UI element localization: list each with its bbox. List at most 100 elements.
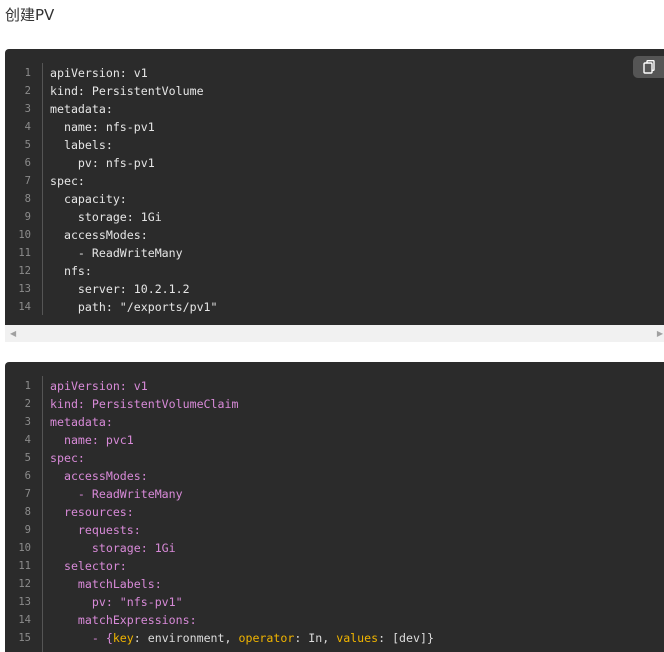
code-line: 1 apiVersion: v1 bbox=[5, 64, 664, 82]
code-text: accessModes: bbox=[50, 469, 148, 483]
code-fragment: - { bbox=[50, 631, 113, 645]
code-text: pv: "nfs-pv1" bbox=[50, 595, 183, 609]
code-block-pvc[interactable]: 1 apiVersion: v1 2 kind: PersistentVolumeCl… bbox=[5, 362, 664, 652]
code-line: 8 resources: bbox=[5, 503, 664, 521]
line-number: 8 bbox=[24, 193, 31, 205]
line-number: 12 bbox=[18, 265, 31, 277]
code-text: - ReadWriteMany bbox=[50, 487, 183, 501]
line-number: 9 bbox=[24, 524, 31, 536]
line-number: 10 bbox=[18, 229, 31, 241]
line-number: 6 bbox=[24, 470, 31, 482]
code-text: selector: bbox=[50, 559, 127, 573]
code-lines: 1 apiVersion: v1 2 kind: PersistentVolume 3 m… bbox=[5, 64, 664, 316]
line-number: 5 bbox=[24, 139, 31, 151]
code-text: spec: bbox=[50, 174, 85, 188]
yaml-keyword: key bbox=[112, 631, 134, 645]
code-text: path: "/exports/pv1" bbox=[50, 300, 218, 314]
code-text: resources: bbox=[50, 505, 134, 519]
code-text: nfs: bbox=[50, 264, 92, 278]
line-number: 11 bbox=[18, 247, 31, 259]
code-line: 10 storage: 1Gi bbox=[5, 539, 664, 557]
code-text: accessModes: bbox=[50, 228, 148, 242]
code-text: matchExpressions: bbox=[50, 613, 197, 627]
code-line: 11 - ReadWriteMany bbox=[5, 244, 664, 262]
code-line: 11 selector: bbox=[5, 557, 664, 575]
code-line: 15 - {key: environment, operator: In, va… bbox=[5, 629, 664, 647]
code-line: 9 storage: 1Gi bbox=[5, 208, 664, 226]
code-text: storage: 1Gi bbox=[50, 541, 176, 555]
code-fragment: : In, bbox=[294, 631, 337, 645]
line-number: 14 bbox=[18, 301, 31, 313]
line-number: 13 bbox=[18, 596, 31, 608]
scroll-right-arrow-icon[interactable]: ▶ bbox=[657, 329, 663, 338]
page-heading: 创建PV bbox=[5, 6, 55, 24]
code-line: 12 nfs: bbox=[5, 262, 664, 280]
code-text: spec: bbox=[50, 451, 85, 465]
code-line: 8 capacity: bbox=[5, 190, 664, 208]
line-number: 1 bbox=[24, 67, 31, 79]
code-fragment: : environment, bbox=[133, 631, 239, 645]
line-number: 3 bbox=[24, 103, 31, 115]
code-line: 6 accessModes: bbox=[5, 467, 664, 485]
line-number: 4 bbox=[24, 121, 31, 133]
line-number: 8 bbox=[24, 506, 31, 518]
line-number: 1 bbox=[24, 380, 31, 392]
yaml-keyword: operator bbox=[238, 631, 295, 645]
code-line: 14 matchExpressions: bbox=[5, 611, 664, 629]
code-text: kind: PersistentVolume bbox=[50, 84, 204, 98]
code-line: 12 matchLabels: bbox=[5, 575, 664, 593]
line-number: 7 bbox=[24, 175, 31, 187]
code-line: 10 accessModes: bbox=[5, 226, 664, 244]
line-number: 10 bbox=[18, 542, 31, 554]
code-text: requests: bbox=[50, 523, 141, 537]
code-line: 5 spec: bbox=[5, 449, 664, 467]
code-line: 3 metadata: bbox=[5, 413, 664, 431]
line-number: 7 bbox=[24, 488, 31, 500]
line-number: 15 bbox=[18, 632, 31, 644]
code-text: matchLabels: bbox=[50, 577, 162, 591]
code-line: 4 name: pvc1 bbox=[5, 431, 664, 449]
code-line: 13 pv: "nfs-pv1" bbox=[5, 593, 664, 611]
code-text: name: nfs-pv1 bbox=[50, 120, 155, 134]
code-text: - ReadWriteMany bbox=[50, 246, 183, 260]
code-line: 4 name: nfs-pv1 bbox=[5, 118, 664, 136]
code-text: labels: bbox=[50, 138, 113, 152]
code-line: 9 requests: bbox=[5, 521, 664, 539]
line-number: 4 bbox=[24, 434, 31, 446]
copy-icon bbox=[642, 60, 655, 74]
code-text: kind: PersistentVolumeClaim bbox=[50, 397, 239, 411]
line-number: 12 bbox=[18, 578, 31, 590]
code-block-pv[interactable]: 1 apiVersion: v1 2 kind: PersistentVolume 3 m… bbox=[5, 49, 664, 325]
code-line: 13 server: 10.2.1.2 bbox=[5, 280, 664, 298]
code-line: 5 labels: bbox=[5, 136, 664, 154]
code-lines: 1 apiVersion: v1 2 kind: PersistentVolumeCl… bbox=[5, 377, 664, 647]
line-number: 2 bbox=[24, 85, 31, 97]
copy-button[interactable] bbox=[633, 56, 664, 78]
code-text: apiVersion: v1 bbox=[50, 66, 148, 80]
code-line: 2 kind: PersistentVolume bbox=[5, 82, 664, 100]
code-text: server: 10.2.1.2 bbox=[50, 282, 190, 296]
code-text: - {key: environment, operator: In, value… bbox=[50, 629, 434, 647]
code-text: metadata: bbox=[50, 415, 113, 429]
line-number: 2 bbox=[24, 398, 31, 410]
code-text: pv: nfs-pv1 bbox=[50, 156, 155, 170]
code-fragment: : [dev]} bbox=[378, 631, 434, 645]
code-line: 1 apiVersion: v1 bbox=[5, 377, 664, 395]
line-number: 11 bbox=[18, 560, 31, 572]
code-line: 2 kind: PersistentVolumeClaim bbox=[5, 395, 664, 413]
code-line: 3 metadata: bbox=[5, 100, 664, 118]
horizontal-scrollbar[interactable]: ◀ ▶ bbox=[5, 325, 664, 342]
code-line: 7 spec: bbox=[5, 172, 664, 190]
line-number: 6 bbox=[24, 157, 31, 169]
code-line: 6 pv: nfs-pv1 bbox=[5, 154, 664, 172]
line-number: 5 bbox=[24, 452, 31, 464]
yaml-keyword: values bbox=[336, 631, 379, 645]
scroll-left-arrow-icon[interactable]: ◀ bbox=[10, 329, 16, 338]
line-number: 9 bbox=[24, 211, 31, 223]
code-text: metadata: bbox=[50, 102, 113, 116]
line-number: 13 bbox=[18, 283, 31, 295]
code-text: apiVersion: v1 bbox=[50, 379, 148, 393]
line-number: 3 bbox=[24, 416, 31, 428]
code-text: storage: 1Gi bbox=[50, 210, 162, 224]
code-text: capacity: bbox=[50, 192, 127, 206]
